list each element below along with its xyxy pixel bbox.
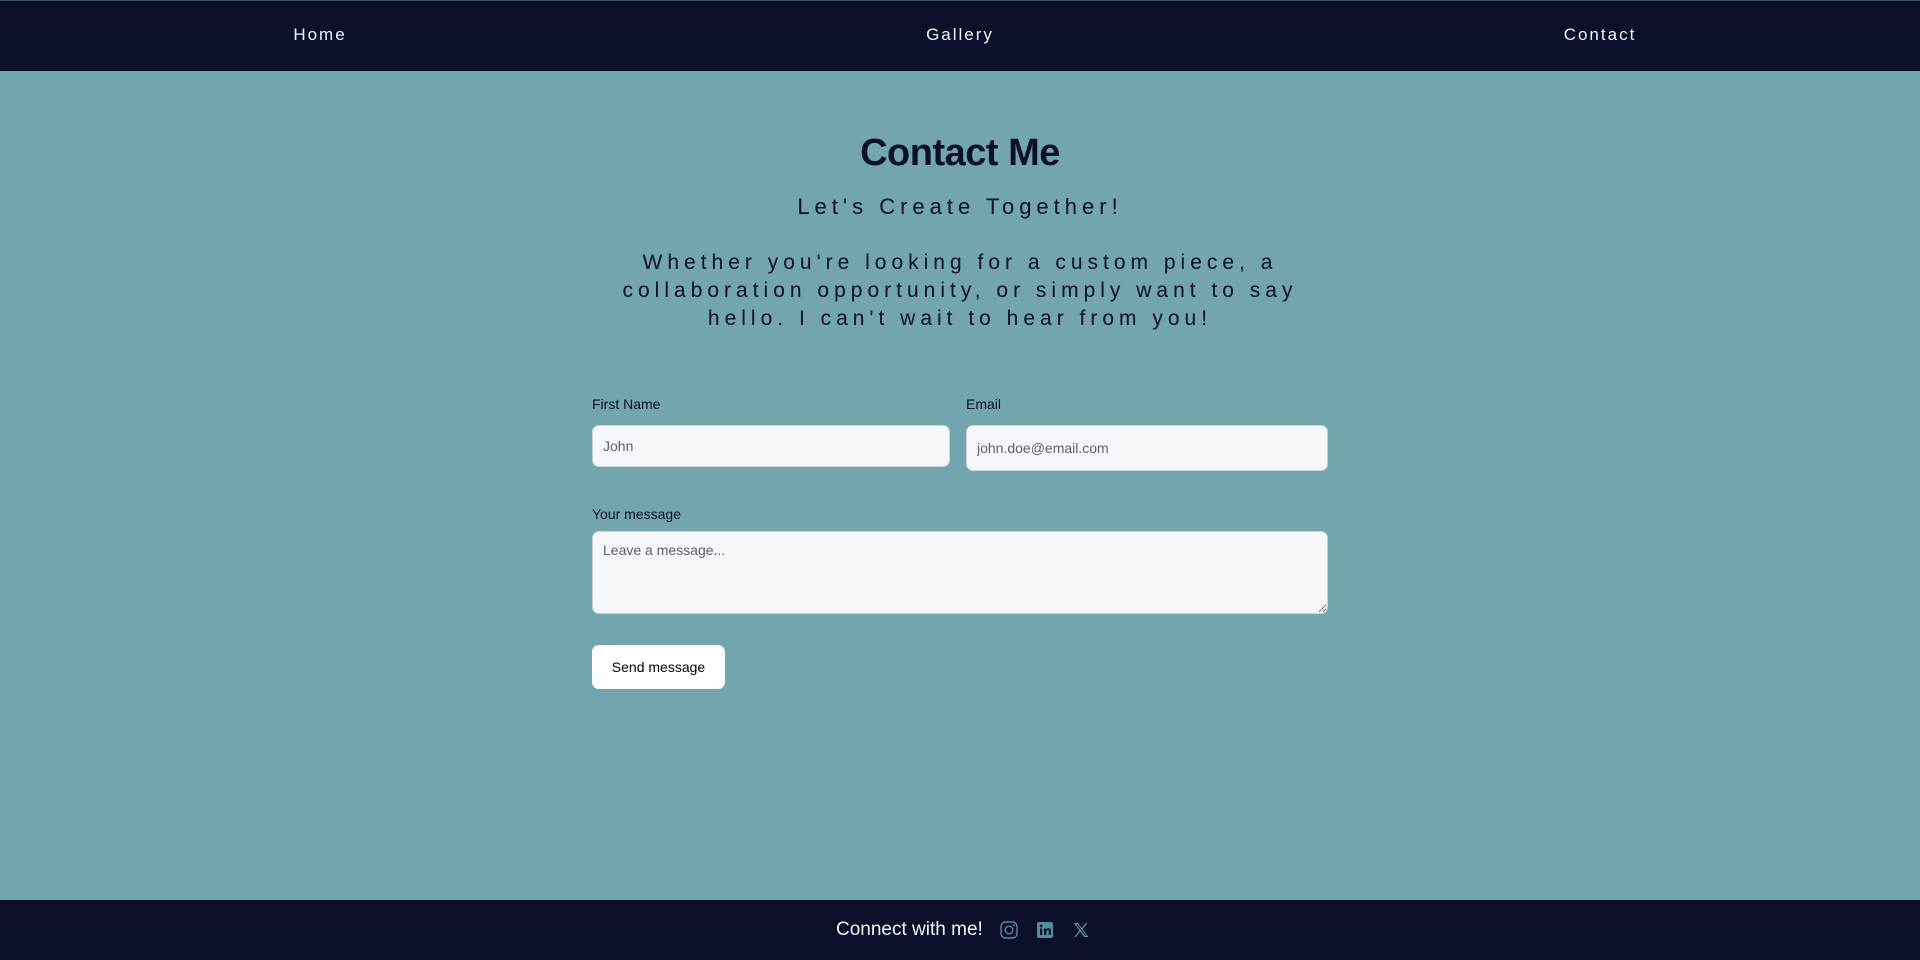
- send-message-button[interactable]: Send message: [592, 645, 725, 689]
- email-input[interactable]: [966, 425, 1328, 471]
- first-name-label: First Name: [592, 396, 661, 412]
- linkedin-icon[interactable]: [1035, 920, 1055, 940]
- nav-link-gallery[interactable]: Gallery: [926, 25, 994, 45]
- top-navbar: Home Gallery Contact: [0, 0, 1920, 71]
- intro-text: Whether you're looking for a custom piec…: [622, 251, 1298, 330]
- footer: Connect with me!: [0, 900, 1920, 960]
- page-title: Contact Me: [860, 132, 1060, 174]
- nav-link-contact[interactable]: Contact: [1564, 25, 1637, 45]
- x-icon[interactable]: [1071, 920, 1091, 940]
- first-name-input[interactable]: [592, 425, 950, 467]
- email-label: Email: [966, 396, 1002, 412]
- footer-social-row: Connect with me!: [836, 918, 1107, 942]
- message-label: Your message: [592, 506, 681, 522]
- page: Home Gallery Contact Contact Me Let's Cr…: [0, 0, 1920, 960]
- instagram-icon[interactable]: [999, 920, 1019, 940]
- footer-connect-text: Connect with me!: [836, 919, 983, 940]
- nav-link-home[interactable]: Home: [293, 25, 346, 45]
- page-subtitle: Let's Create Together!: [797, 194, 1123, 219]
- message-textarea[interactable]: [592, 531, 1328, 614]
